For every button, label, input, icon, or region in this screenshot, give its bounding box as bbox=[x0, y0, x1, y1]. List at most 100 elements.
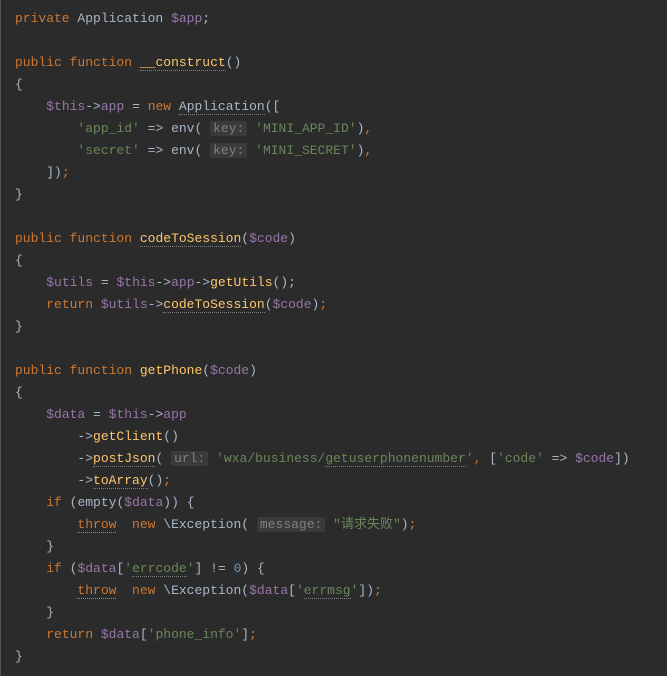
semicolon: ; bbox=[202, 11, 210, 26]
prop-app: app bbox=[101, 99, 124, 114]
arrow: -> bbox=[148, 297, 164, 312]
code-line[interactable]: { bbox=[15, 382, 667, 404]
code-line[interactable]: public function codeToSession($code) bbox=[15, 228, 667, 250]
arrow: -> bbox=[77, 429, 93, 444]
paren: ( bbox=[194, 121, 202, 136]
string-secret: 'secret' bbox=[77, 143, 139, 158]
paren: ) bbox=[171, 429, 179, 444]
code-line[interactable] bbox=[15, 30, 667, 52]
fn-getutils: getUtils bbox=[210, 275, 272, 290]
keyword-if: if bbox=[46, 495, 62, 510]
keyword-public: public bbox=[15, 55, 62, 70]
class-exception: Exception bbox=[171, 517, 241, 532]
string-url: 'wxa/business/ bbox=[216, 451, 325, 466]
bracket: [ bbox=[140, 627, 148, 642]
code-line[interactable]: } bbox=[15, 316, 667, 338]
assign: = bbox=[132, 99, 140, 114]
paren: ( bbox=[202, 363, 210, 378]
string-mini-app-id: 'MINI_APP_ID' bbox=[255, 121, 356, 136]
var-code: $code bbox=[575, 451, 614, 466]
paren: ( bbox=[194, 143, 202, 158]
prop-app: app bbox=[163, 407, 186, 422]
bracket: ] bbox=[241, 627, 249, 642]
var-data: $data bbox=[124, 495, 163, 510]
fn-env: env bbox=[171, 143, 194, 158]
code-line[interactable]: public function getPhone($code) bbox=[15, 360, 667, 382]
paren: ) bbox=[163, 495, 171, 510]
neq: != bbox=[210, 561, 226, 576]
code-line[interactable]: $this->app = new Application([ bbox=[15, 96, 667, 118]
arrow: -> bbox=[155, 275, 171, 290]
string-mini-secret: 'MINI_SECRET' bbox=[255, 143, 356, 158]
fn-getclient: getClient bbox=[93, 429, 163, 444]
code-line[interactable]: if ($data['errcode'] != 0) { bbox=[15, 558, 667, 580]
string-quote: ' bbox=[296, 583, 304, 598]
var-code: $code bbox=[249, 231, 288, 246]
code-line[interactable]: 'secret' => env( key: 'MINI_SECRET'), bbox=[15, 140, 667, 162]
code-line[interactable]: return $data['phone_info']; bbox=[15, 624, 667, 646]
code-line[interactable]: public function __construct() bbox=[15, 52, 667, 74]
var-this: $this bbox=[109, 407, 148, 422]
code-line[interactable]: } bbox=[15, 602, 667, 624]
semicolon: ; bbox=[249, 627, 257, 642]
code-line[interactable]: } bbox=[15, 536, 667, 558]
brace: { bbox=[15, 77, 23, 92]
code-line[interactable]: throw new \Exception($data['errmsg']); bbox=[15, 580, 667, 602]
code-line[interactable]: } bbox=[15, 184, 667, 206]
string-phoneinfo: 'phone_info' bbox=[148, 627, 242, 642]
var-utils: $utils bbox=[46, 275, 93, 290]
semicolon: ; bbox=[319, 297, 327, 312]
semicolon: ; bbox=[409, 517, 417, 532]
fn-postjson: postJson bbox=[93, 451, 155, 467]
code-line[interactable]: private Application $app; bbox=[15, 8, 667, 30]
string-errcode: errcode bbox=[132, 561, 187, 577]
paren: ) bbox=[366, 583, 374, 598]
fat-arrow: => bbox=[148, 143, 164, 158]
code-line[interactable]: { bbox=[15, 250, 667, 272]
bracket: [ bbox=[288, 583, 296, 598]
keyword-if: if bbox=[46, 561, 62, 576]
bracket: [ bbox=[489, 451, 497, 466]
code-line[interactable]: ]); bbox=[15, 162, 667, 184]
code-line[interactable]: $data = $this->app bbox=[15, 404, 667, 426]
code-line[interactable]: return $utils->codeToSession($code); bbox=[15, 294, 667, 316]
paren: ( bbox=[241, 517, 249, 532]
code-editor[interactable]: private Application $app; public functio… bbox=[0, 0, 667, 676]
comma: , bbox=[364, 143, 372, 158]
fat-arrow: => bbox=[552, 451, 568, 466]
paren: ) bbox=[280, 275, 288, 290]
keyword-new: new bbox=[132, 517, 155, 532]
brace: } bbox=[46, 539, 54, 554]
paren: ( bbox=[163, 429, 171, 444]
arrow: -> bbox=[85, 99, 101, 114]
fn-env: env bbox=[171, 121, 194, 136]
paren: ) bbox=[241, 561, 249, 576]
keyword-function: function bbox=[70, 231, 132, 246]
paren: ( bbox=[155, 451, 163, 466]
var-this: $this bbox=[116, 275, 155, 290]
code-line[interactable]: ->postJson( url: 'wxa/business/getuserph… bbox=[15, 448, 667, 470]
paren: ( bbox=[265, 99, 273, 114]
code-line[interactable]: $utils = $this->app->getUtils(); bbox=[15, 272, 667, 294]
code-line[interactable] bbox=[15, 338, 667, 360]
var-data: $data bbox=[249, 583, 288, 598]
bracket: ] bbox=[195, 561, 203, 576]
code-line[interactable] bbox=[15, 206, 667, 228]
bracket: ] bbox=[46, 165, 54, 180]
semicolon: ; bbox=[163, 473, 171, 488]
brace: { bbox=[15, 253, 23, 268]
keyword-function: function bbox=[70, 55, 132, 70]
semicolon: ; bbox=[62, 165, 70, 180]
class-exception: Exception bbox=[171, 583, 241, 598]
var-this: $this bbox=[46, 99, 85, 114]
code-line[interactable]: ->getClient() bbox=[15, 426, 667, 448]
string-code: 'code' bbox=[497, 451, 544, 466]
paren: ( bbox=[265, 297, 273, 312]
code-line[interactable]: if (empty($data)) { bbox=[15, 492, 667, 514]
paren: ) bbox=[171, 495, 179, 510]
code-line[interactable]: 'app_id' => env( key: 'MINI_APP_ID'), bbox=[15, 118, 667, 140]
code-line[interactable]: { bbox=[15, 74, 667, 96]
brace: } bbox=[46, 605, 54, 620]
code-line[interactable]: throw new \Exception( message: "请求失败"); bbox=[15, 514, 667, 536]
code-line[interactable]: ->toArray(); bbox=[15, 470, 667, 492]
